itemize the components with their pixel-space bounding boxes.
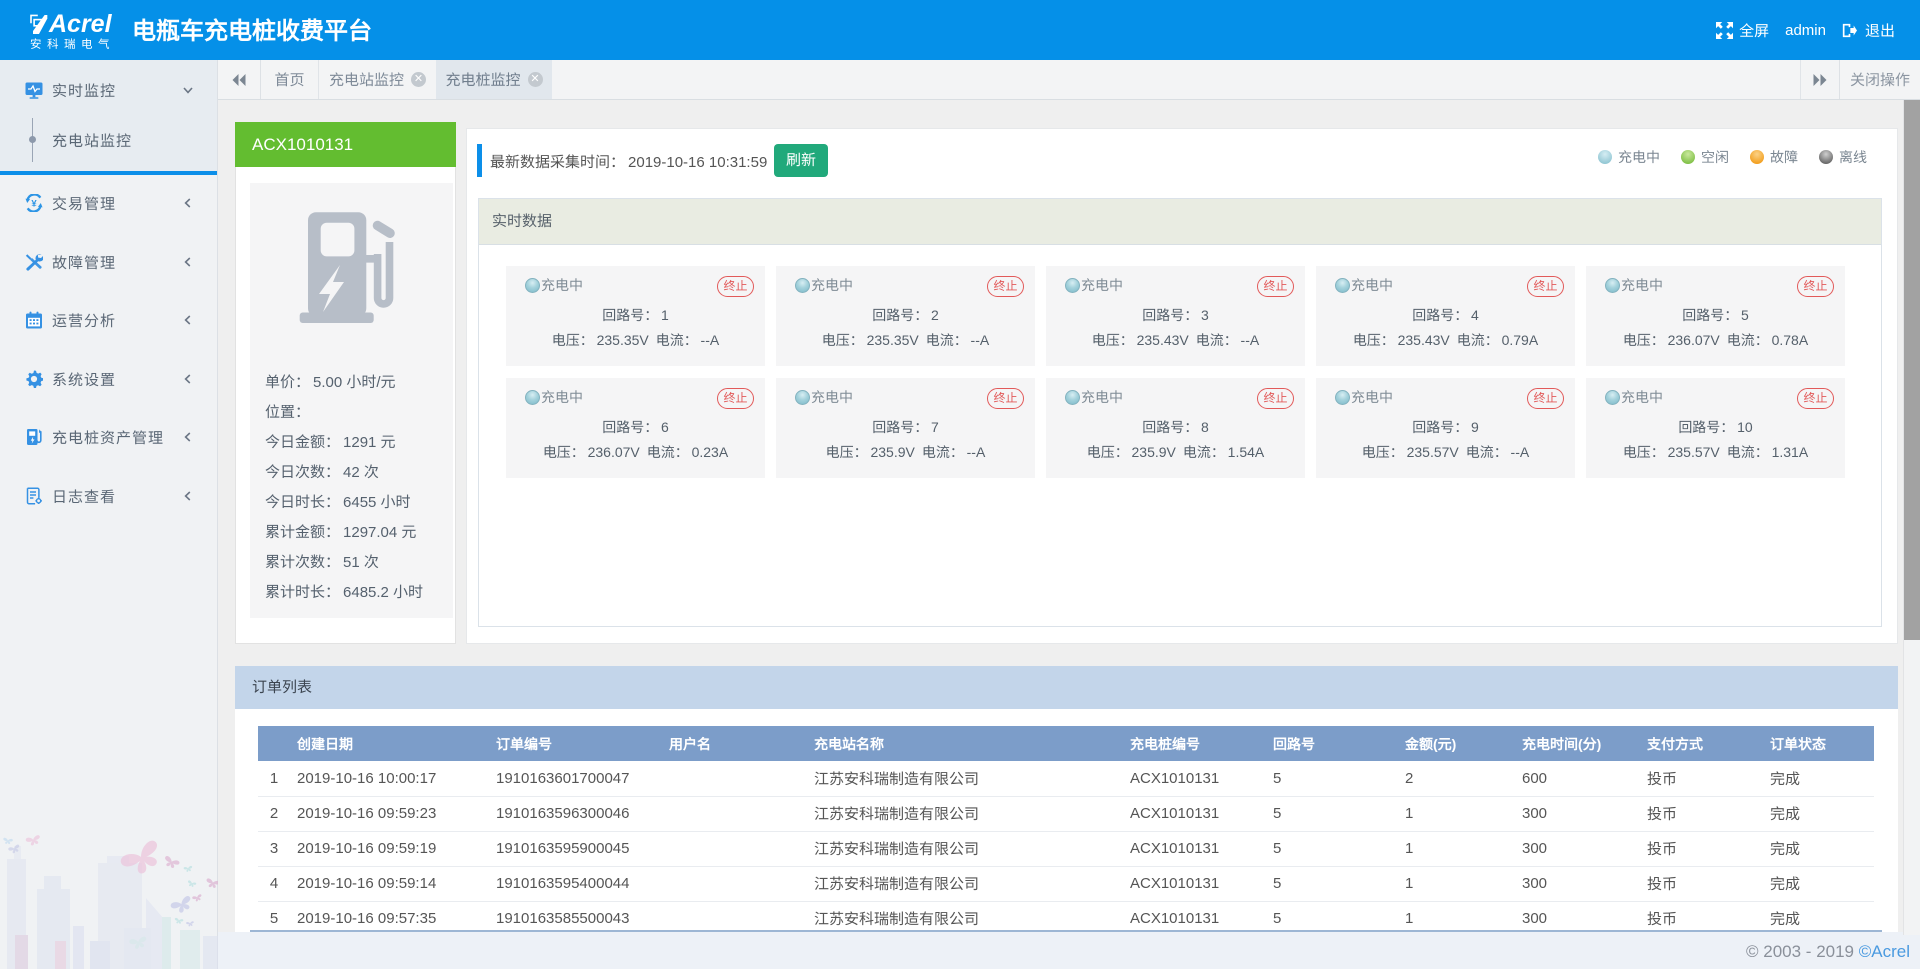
svg-text:¥: ¥ [31, 198, 37, 209]
